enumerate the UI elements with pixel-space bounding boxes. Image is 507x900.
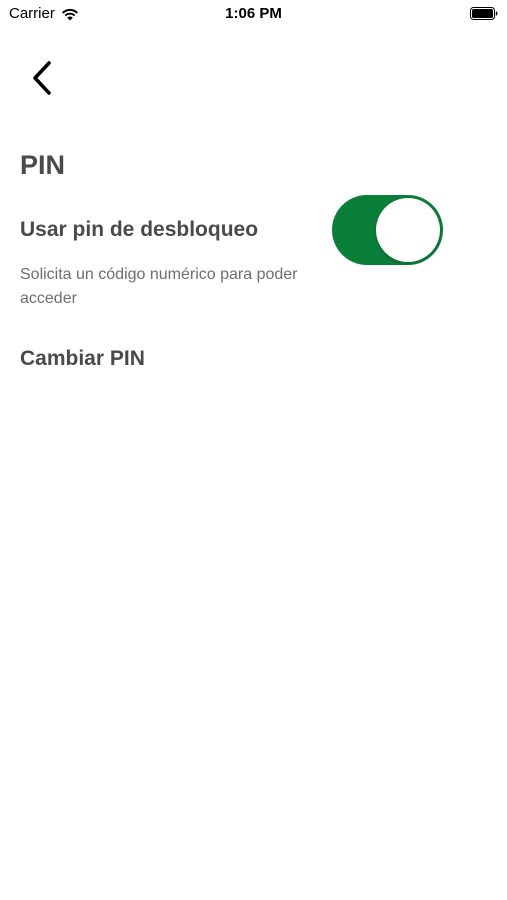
pin-setting-title: Usar pin de desbloqueo	[20, 218, 259, 241]
back-button[interactable]	[22, 56, 62, 100]
change-pin-button[interactable]: Cambiar PIN	[20, 347, 145, 371]
pin-toggle-switch[interactable]	[332, 195, 443, 265]
status-time: 1:06 PM	[225, 5, 282, 22]
battery-icon	[470, 7, 498, 20]
chevron-left-icon	[33, 61, 51, 95]
toggle-knob	[376, 198, 440, 262]
status-bar: Carrier 1:06 PM	[0, 0, 507, 30]
section-title: PIN	[20, 150, 66, 180]
pin-setting-description: Solicita un código numérico para poder a…	[20, 266, 298, 307]
pin-setting-row: Usar pin de desbloqueo Solicita un códig…	[20, 195, 487, 315]
